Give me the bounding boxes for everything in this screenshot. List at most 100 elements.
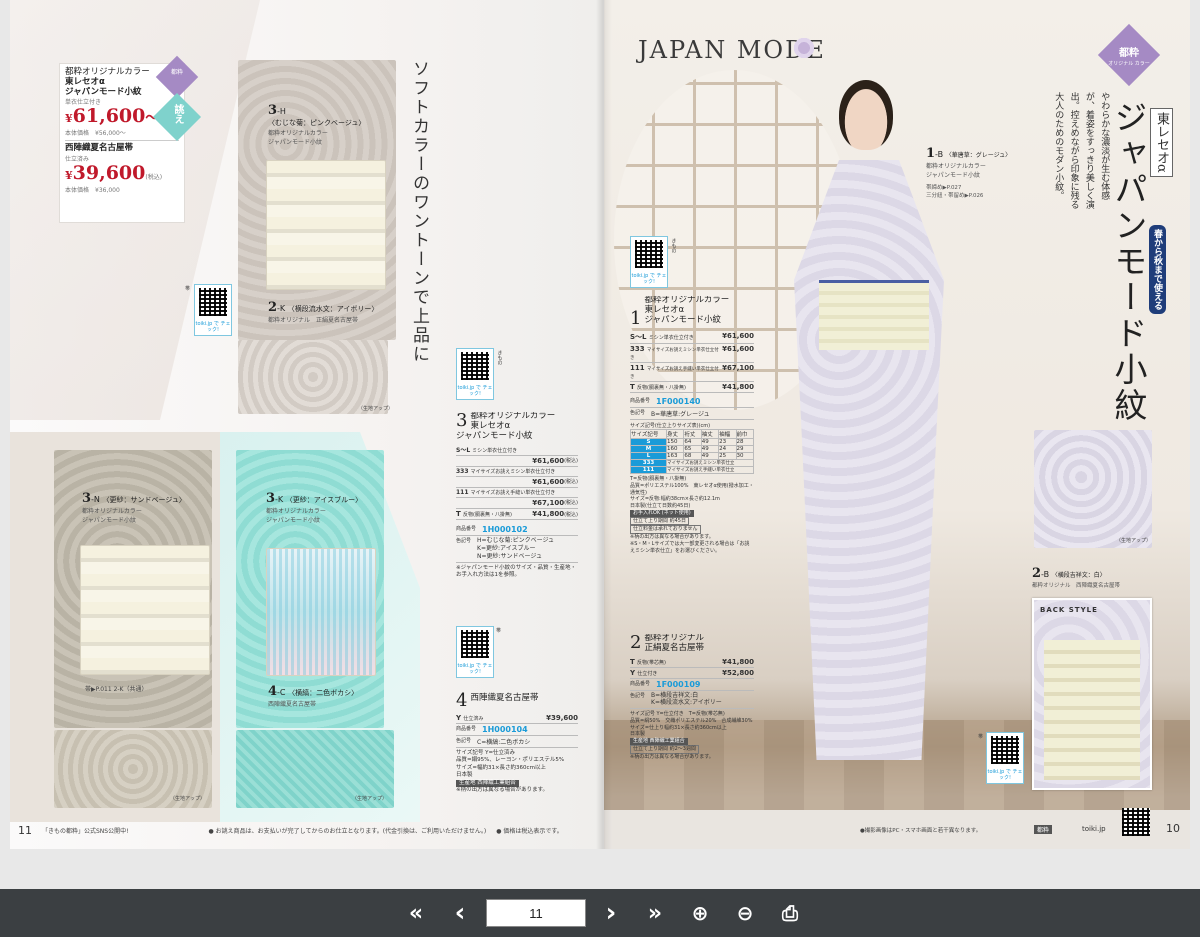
size-th: サイズ記号 [629,429,668,439]
spec4-tag: 生産地 西陣織工業組合 [456,779,519,788]
spec4-row-desc: 仕立済み [463,716,484,722]
spec4-footnote: ※柄の出方は異なる場合があります。 [456,787,549,794]
qr-code-kimono-mid[interactable]: toiki.jp で チェック! [456,348,494,400]
spec4-quality: 品質=絹95%、レーヨン・ポリエステル5% [456,757,565,764]
spec3-title3: ジャパンモード小紋 [456,430,533,441]
zoom-in-icon[interactable]: ⊕ [686,899,714,927]
left-page-number: 11 [18,824,32,837]
spec1-row-desc: 反物(胴裏無・八掛無) [637,385,686,391]
caption-3h: 3-H 〈むじな菊：ピンクベージュ〉 都粋オリジナルカラー ジャパンモード小紋 [268,103,398,146]
spec2-size-val: Y=仕立付き T=反物(帯芯無) [656,711,725,718]
spec3-tax: (税込) [564,479,578,486]
spec1-title3: ジャパンモード小紋 [644,314,721,325]
closeup-3h [238,340,388,414]
spec4-num: 4 [456,692,468,710]
left-footer-tax: ● 価格は税込表示です。 [496,828,563,835]
size-th: 身丈 [666,429,685,439]
spec1-tag1: お手入れOK (ネット使用) [630,509,694,517]
spec2-color: K=横段流水文:アイボリー [651,699,722,707]
qr-code-obi-top[interactable]: toiki.jp で チェック! [194,284,232,336]
spec3-row: T 反物(胴裏無・八掛無) ¥41,800(税込) [456,509,578,521]
size-th: 裄丈 [683,429,702,439]
spec3-row-price-val: ¥67,100 [532,499,565,508]
spec4-product-code: 商品番号 1H000104 [456,724,578,736]
size-cell: 29 [735,445,755,453]
spec3-product-code: 商品番号 1H000102 [456,524,578,537]
spec1-row-code: T [630,383,635,391]
spec3-row-desc: マイサイズお誂え手縫い単衣仕立付き [470,490,556,497]
spec3-row-desc: ミシン単衣仕立付き [472,448,518,455]
model-kimono [794,160,944,760]
model-head [839,80,893,150]
price-2-tax: (税込) [145,173,163,181]
caption-3n-desc: 〈更紗：サンドベージュ〉 [102,496,186,504]
qr-code-obi-right[interactable]: toiki.jp で チェック! [986,732,1024,784]
right-footer-brand: 都粋 [1034,825,1053,834]
price-2-prefix: ¥ [65,168,73,182]
price-2: ¥39,600(税込) [65,162,179,185]
spec2-row-price: ¥52,800 [722,668,754,677]
next-page-icon[interactable]: › [597,898,625,928]
spec3-rows: S〜L ミシン単衣仕立付き ¥61,600 (税込) 333 マイサイズお誂えミシ… [456,444,578,521]
spec4-color-label: 色記号 [456,738,472,744]
spec-block-4: 4 西陣織夏名古屋帯 Y 仕立済み ¥39,600 商品番号 1H000104 色記… [456,692,578,795]
caption-1b: 1-B 〈華唐草：グレージュ〉 都粋オリジナルカラー ジャパンモード小紋 帯締め… [926,146,1046,199]
ref-note: 帯▶P.011 2-K（共通） [85,686,148,693]
spec3-color: N=更紗:サンドベージュ [477,552,543,560]
size-cell: 23 [718,438,737,446]
spec4-color: C=横縞:二色ボカシ [477,739,531,746]
spec2-details: サイズ記号 Y=仕立付き T=反物(帯芯無) 品質=絹50% 交織ポリエステル2… [630,711,754,760]
spec1-row-price: ¥41,800 [722,383,754,391]
spec3-tax: (税込) [564,458,578,465]
size-th: 袖丈 [700,429,720,439]
qr-label-obi: 帯 [185,286,191,292]
qr-caption: toiki.jp で チェック! [195,321,231,333]
spec2-color-label: 色記号 [630,692,646,699]
spec1-note1: ※柄の出方は異なる場合があります。 [630,534,714,540]
page-number-input[interactable] [486,899,586,927]
caption-1b-ref2: 三分紐・帯留め▶P.026 [926,193,984,199]
spec3-color: K=更紗:アイスブルー [477,545,536,553]
spec1-color-label: 色記号 [630,410,646,416]
caption-3h-desc: 〈むじな菊：ピンクベージュ〉 [268,119,366,127]
qr-caption: toiki.jp で チェック! [457,385,493,397]
spec2-prod-label: 商品番号 [630,680,651,687]
spec1-row-price: ¥67,100 [722,364,754,372]
vertical-small-title: 東レセオα [1150,108,1173,177]
spec1-t-line: T=反物(胴裏無・八掛無) [630,476,687,482]
qr-label-obi-right: 帯 [978,734,984,740]
spec2-color-row: 色記号 B=横段吉祥文:白 K=横段流水文:アイボリー [630,691,754,710]
size-cell: 49 [700,452,720,460]
size-table-row: L 163 68 49 25 30 [629,452,755,460]
left-footer-note: ● お誂え商品は、お支払いが完了してからのお仕立となります。(代金引換は、ご利用… [208,828,487,835]
spec1-row-code: S〜L [630,333,647,341]
size-cell: 160 [666,445,685,453]
qr-code-icon [635,240,663,268]
spec3-row: 111 マイサイズお誂え手縫い単衣仕立付き [456,488,578,499]
spec4-size-note: サイズ=幅約31×長さ約360cm以上 [456,764,546,771]
price-1-value: 61,600 [72,105,146,128]
first-page-icon[interactable]: « [402,899,430,927]
caption-2k-code: -K [277,304,286,313]
spec2-row-code: T [630,657,635,666]
qr-code-icon [199,288,227,316]
caption-2b-sub: 都粋オリジナル 西陣織夏名古屋帯 [1032,583,1121,589]
size-cell: マイサイズお誂えミシン単衣仕立 [666,459,754,467]
size-cell: 49 [700,438,720,446]
print-icon[interactable]: ⎙ [776,899,804,927]
left-footer: 11 「きもの都粋」公式SNS公開中! ● お誂え商品は、お支払いが完了してから… [18,824,598,837]
qr-code-obi-bottom[interactable]: toiki.jp で チェック! [456,626,494,678]
spec4-details: サイズ記号 Y=仕立済み 品質=絹95%、レーヨン・ポリエステル5% サイズ=幅… [456,750,578,795]
footer-qr-code[interactable] [1120,806,1152,838]
zoom-out-icon[interactable]: ⊖ [731,899,759,927]
spec1-origin: 日本製(仕立て日数約45日) [630,503,691,509]
caption-3h-sub2: ジャパンモード小紋 [268,139,323,146]
spec3-row-desc: 反物(胴裏無・八掛無) [463,512,512,519]
spec3-row-price: ¥61,600 (税込) [456,456,578,468]
caption-3n-sub1: 都粋オリジナルカラー [82,508,142,515]
caption-2b-desc: 〈横段吉祥文：白〉 [1051,572,1106,579]
last-page-icon[interactable]: » [641,899,669,927]
prev-page-icon[interactable]: ‹ [446,898,474,928]
qr-code-kimono-right[interactable]: toiki.jp で チェック! [630,236,668,288]
caption-1b-sub2: ジャパンモード小紋 [926,172,981,179]
